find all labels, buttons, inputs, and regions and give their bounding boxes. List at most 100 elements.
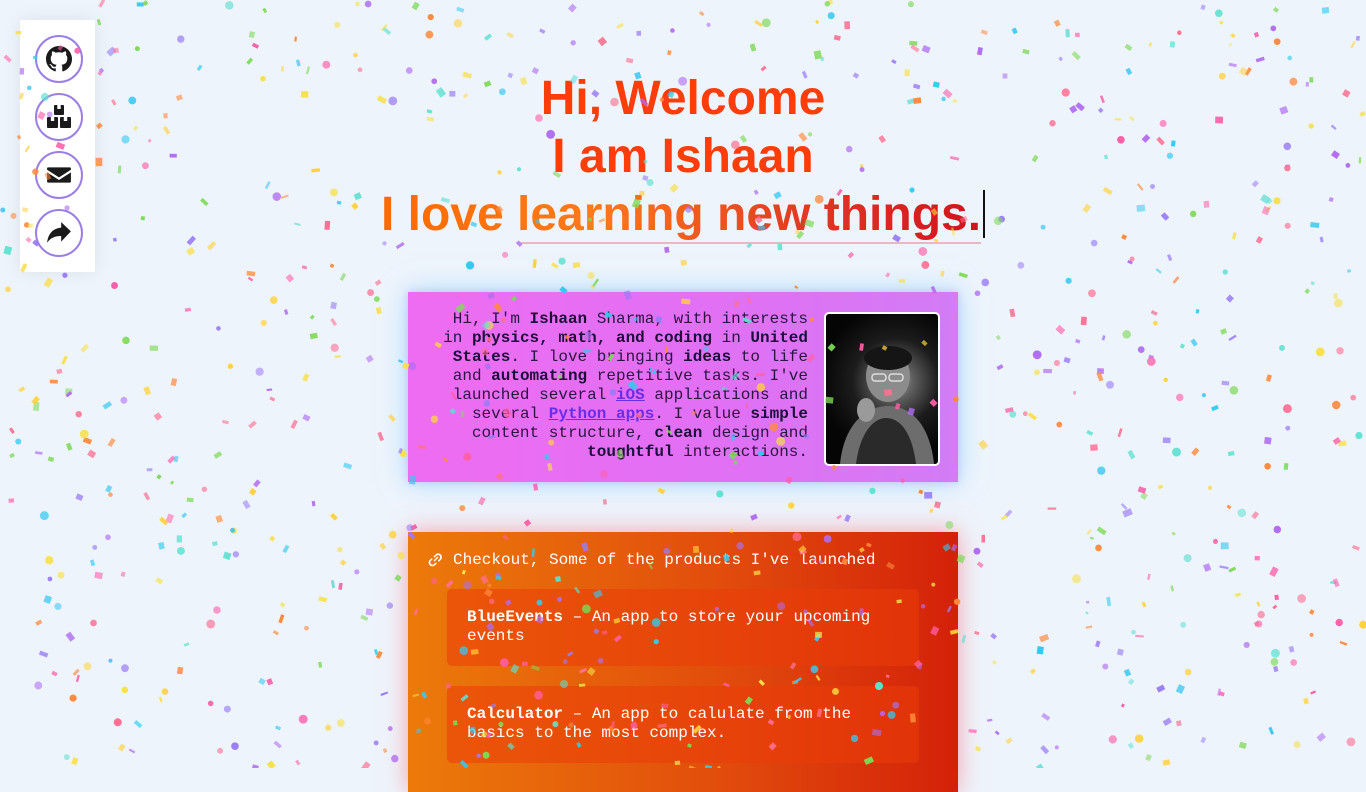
confetti-piece bbox=[57, 571, 65, 579]
confetti-piece bbox=[933, 501, 942, 509]
confetti-piece bbox=[79, 429, 89, 439]
confetti-piece bbox=[1219, 20, 1224, 25]
confetti-piece bbox=[1338, 440, 1347, 447]
confetti-piece bbox=[1256, 601, 1261, 607]
confetti-piece bbox=[1157, 484, 1164, 490]
confetti-piece bbox=[181, 512, 188, 519]
confetti-piece bbox=[1195, 308, 1200, 314]
confetti-piece bbox=[833, 34, 841, 41]
product-item-blueevents[interactable]: BlueEvents – An app to store your upcomi… bbox=[447, 589, 919, 666]
confetti-piece bbox=[1004, 509, 1013, 518]
confetti-piece bbox=[1179, 343, 1186, 349]
confetti-piece bbox=[207, 700, 214, 707]
confetti-piece bbox=[1183, 554, 1192, 563]
confetti-piece bbox=[318, 596, 328, 603]
confetti-piece bbox=[375, 307, 382, 315]
confetti-piece bbox=[410, 524, 418, 531]
confetti-piece bbox=[898, 279, 906, 283]
confetti-piece bbox=[1184, 668, 1192, 676]
confetti-piece bbox=[334, 355, 341, 359]
confetti-piece bbox=[465, 261, 475, 270]
product-item-calculator[interactable]: Calculator – An app to calulate from the… bbox=[447, 686, 919, 763]
confetti-piece bbox=[1053, 19, 1061, 27]
confetti-piece bbox=[1225, 294, 1234, 303]
confetti-piece bbox=[112, 47, 120, 54]
confetti-piece bbox=[1101, 335, 1106, 341]
confetti-piece bbox=[1333, 293, 1338, 299]
share-button[interactable] bbox=[35, 209, 83, 257]
confetti-piece bbox=[1106, 596, 1112, 607]
python-apps-link[interactable]: Python apps bbox=[549, 405, 655, 423]
confetti-piece bbox=[1270, 658, 1279, 666]
products-button[interactable] bbox=[35, 93, 83, 141]
confetti-piece bbox=[968, 728, 977, 734]
confetti-piece bbox=[82, 436, 93, 445]
confetti-piece bbox=[1005, 737, 1013, 745]
confetti-piece bbox=[1053, 359, 1061, 367]
confetti-piece bbox=[996, 364, 1004, 371]
confetti-piece bbox=[298, 714, 308, 724]
confetti-piece bbox=[929, 508, 934, 514]
confetti-piece bbox=[1141, 601, 1147, 608]
confetti-piece bbox=[3, 54, 12, 63]
confetti-piece bbox=[176, 546, 185, 555]
confetti-piece bbox=[1040, 745, 1050, 755]
confetti-piece bbox=[1153, 320, 1158, 326]
confetti-piece bbox=[1270, 25, 1277, 32]
confetti-piece bbox=[1269, 566, 1279, 578]
confetti-piece bbox=[1085, 625, 1093, 629]
confetti-piece bbox=[258, 677, 266, 686]
confetti-piece bbox=[1162, 437, 1171, 444]
confetti-piece bbox=[978, 439, 989, 450]
about-interests: physics, math, and coding bbox=[471, 329, 712, 347]
avatar-photo bbox=[840, 346, 934, 464]
confetti-piece bbox=[567, 3, 577, 13]
confetti-piece bbox=[75, 410, 82, 418]
confetti-piece bbox=[213, 606, 221, 614]
confetti-piece bbox=[128, 748, 136, 754]
confetti-piece bbox=[1145, 753, 1152, 762]
confetti-piece bbox=[354, 569, 360, 575]
confetti-piece bbox=[35, 619, 43, 626]
confetti-piece bbox=[602, 499, 607, 505]
confetti-piece bbox=[397, 551, 405, 559]
confetti-piece bbox=[34, 451, 43, 455]
confetti-piece bbox=[170, 480, 175, 485]
confetti-piece bbox=[329, 263, 335, 268]
confetti-piece bbox=[8, 498, 15, 503]
github-button[interactable] bbox=[35, 35, 83, 83]
confetti-piece bbox=[1264, 462, 1271, 470]
confetti-piece bbox=[636, 30, 642, 36]
confetti-piece bbox=[921, 44, 931, 54]
confetti-piece bbox=[794, 285, 799, 290]
typewriter-line: I love learning new things. bbox=[380, 186, 986, 244]
confetti-piece bbox=[981, 534, 986, 543]
confetti-piece bbox=[51, 670, 58, 677]
confetti-piece bbox=[1288, 645, 1295, 653]
ios-apps-link[interactable]: iOS bbox=[616, 386, 645, 404]
confetti-piece bbox=[394, 574, 402, 582]
products-card: Checkout, Some of the products I've laun… bbox=[408, 532, 958, 792]
email-button[interactable] bbox=[35, 151, 83, 199]
confetti-piece bbox=[213, 451, 223, 459]
confetti-piece bbox=[1036, 646, 1044, 655]
confetti-piece bbox=[754, 20, 763, 27]
confetti-piece bbox=[1172, 276, 1180, 284]
confetti-piece bbox=[815, 19, 820, 25]
confetti-piece bbox=[1134, 734, 1144, 743]
confetti-piece bbox=[1207, 485, 1212, 490]
confetti-piece bbox=[1253, 620, 1260, 627]
confetti-piece bbox=[1063, 356, 1071, 364]
confetti-piece bbox=[1333, 298, 1343, 308]
confetti-piece bbox=[1304, 288, 1311, 295]
confetti-piece bbox=[1191, 447, 1200, 456]
confetti-piece bbox=[283, 309, 289, 315]
confetti-piece bbox=[1096, 526, 1107, 536]
confetti-piece bbox=[223, 705, 231, 713]
confetti-piece bbox=[1321, 7, 1330, 14]
confetti-piece bbox=[339, 272, 347, 282]
hero-line-tagline: I love learning new things. bbox=[380, 188, 982, 241]
confetti-piece bbox=[749, 43, 757, 52]
confetti-piece bbox=[750, 513, 758, 521]
confetti-piece bbox=[1229, 385, 1239, 395]
